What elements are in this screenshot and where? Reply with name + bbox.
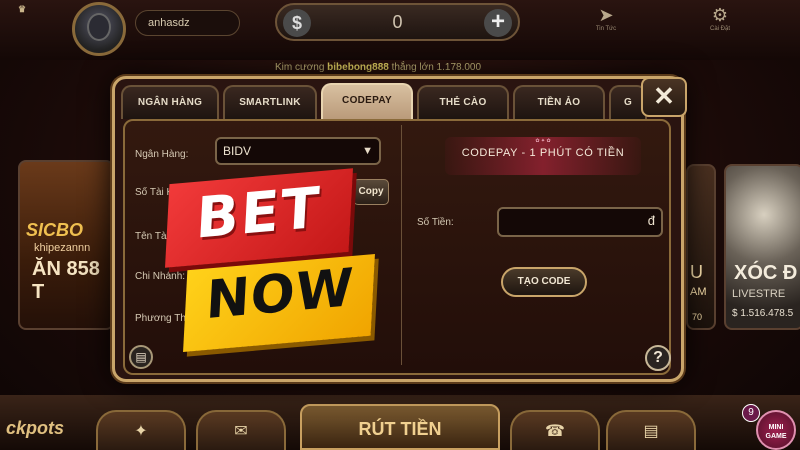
mail-icon: ✉	[234, 423, 248, 440]
tile-amount: ĂN 858 T	[32, 258, 100, 303]
bank-select-value: BIDV	[223, 144, 252, 158]
logo-icon: ♛	[18, 4, 27, 14]
tile-amount: $ 1.516.478.5	[732, 308, 794, 319]
game-tile-partial[interactable]: U AM 70	[686, 164, 716, 330]
sicbo-game-tile[interactable]: SICBO khipezannn ĂN 858 T	[18, 160, 114, 330]
balance-amount: 0	[392, 12, 403, 32]
tab-scratch-card[interactable]: THẺ CÀO	[417, 85, 509, 119]
divider	[401, 125, 402, 365]
tab-crypto[interactable]: TIỀN ẢO	[513, 85, 605, 119]
tile-partial-text-3: 70	[692, 312, 703, 322]
tab-codepay[interactable]: CODEPAY	[321, 83, 413, 121]
chat-icon: ▤	[643, 423, 659, 440]
help-button[interactable]: ?	[645, 345, 671, 371]
copy-button[interactable]: Copy	[353, 179, 389, 205]
tile-partial-text: U	[690, 262, 703, 282]
username: anhasdz	[135, 10, 240, 36]
banner-title: CODEPAY - 1 PHÚT CÓ TIỀN	[461, 147, 625, 159]
document-icon[interactable]: ▤	[129, 345, 153, 369]
create-code-button[interactable]: TẠO CODE	[501, 267, 587, 297]
mini-game-button[interactable]: MINI GAME	[756, 410, 796, 450]
branch-label: Chi Nhánh:	[135, 271, 186, 282]
tile-subtitle: LIVESTRE	[732, 288, 786, 300]
bet-text: BET	[194, 175, 323, 252]
bank-select[interactable]: BIDV ▼	[215, 137, 381, 165]
mail-button[interactable]: ✉	[196, 410, 286, 450]
win-ticker: Kim cương bibebong888 thắng lớn 1.178.00…	[275, 62, 555, 73]
tab-smartlink[interactable]: SMARTLINK	[223, 85, 317, 119]
news-button[interactable]: ➤ Tin Tức	[586, 4, 626, 48]
currency-unit: đ	[647, 213, 655, 228]
avatar-face	[87, 13, 111, 41]
avatar[interactable]	[72, 2, 126, 56]
tile-title: XÓC Đ	[734, 262, 798, 284]
tile-player: khipezannn	[34, 242, 91, 254]
tile-partial-text-2: AM	[690, 286, 707, 298]
tile-title: SICBO	[26, 220, 84, 240]
withdraw-button[interactable]: RÚT TIỀN	[300, 404, 500, 450]
tab-bar: NGÂN HÀNG SMARTLINK CODEPAY THẺ CÀO TIỀN…	[121, 83, 647, 121]
jackpot-label[interactable]: ckpots	[6, 418, 64, 439]
plus-icon[interactable]: +	[484, 9, 512, 37]
close-button[interactable]: ✕	[641, 77, 687, 117]
party-icon: ✦	[134, 423, 148, 440]
banner-deco: ✿ ✦ ✿	[535, 138, 551, 144]
ticker-prefix: Kim cương	[275, 62, 325, 73]
tab-bank[interactable]: NGÂN HÀNG	[121, 85, 219, 119]
gear-icon: ⚙	[711, 5, 729, 25]
balance-box: $ 0 +	[275, 3, 520, 41]
phone-icon: ☎	[545, 423, 565, 440]
dollar-icon: $	[283, 9, 311, 37]
news-label: Tin Tức	[595, 26, 617, 32]
send-icon: ➤	[598, 5, 614, 25]
bank-label: Ngân Hàng:	[135, 149, 189, 160]
chat-button[interactable]: ▤	[606, 410, 696, 450]
codepay-banner: ✿ ✦ ✿ CODEPAY - 1 PHÚT CÓ TIỀN	[445, 137, 641, 175]
mini-game-badge: 9	[742, 404, 760, 422]
event-button[interactable]: ✦	[96, 410, 186, 450]
settings-button[interactable]: ⚙ Cài Đặt	[700, 4, 740, 48]
ticker-name: bibebong888	[327, 62, 389, 73]
amount-label: Số Tiền:	[417, 217, 454, 228]
settings-label: Cài Đặt	[709, 26, 730, 32]
chevron-down-icon: ▼	[362, 145, 373, 157]
top-bar: ♛ anhasdz $ 0 + ➤ Tin Tức ⚙ Cài Đặt	[0, 0, 800, 60]
account-name-label: Tên Tài	[135, 231, 169, 242]
ticker-suffix: thắng lớn 1.178.000	[391, 62, 482, 73]
xoc-dia-game-tile[interactable]: XÓC Đ LIVESTRE $ 1.516.478.5	[724, 164, 800, 330]
amount-input[interactable]: đ	[497, 207, 663, 237]
phone-button[interactable]: ☎	[510, 410, 600, 450]
